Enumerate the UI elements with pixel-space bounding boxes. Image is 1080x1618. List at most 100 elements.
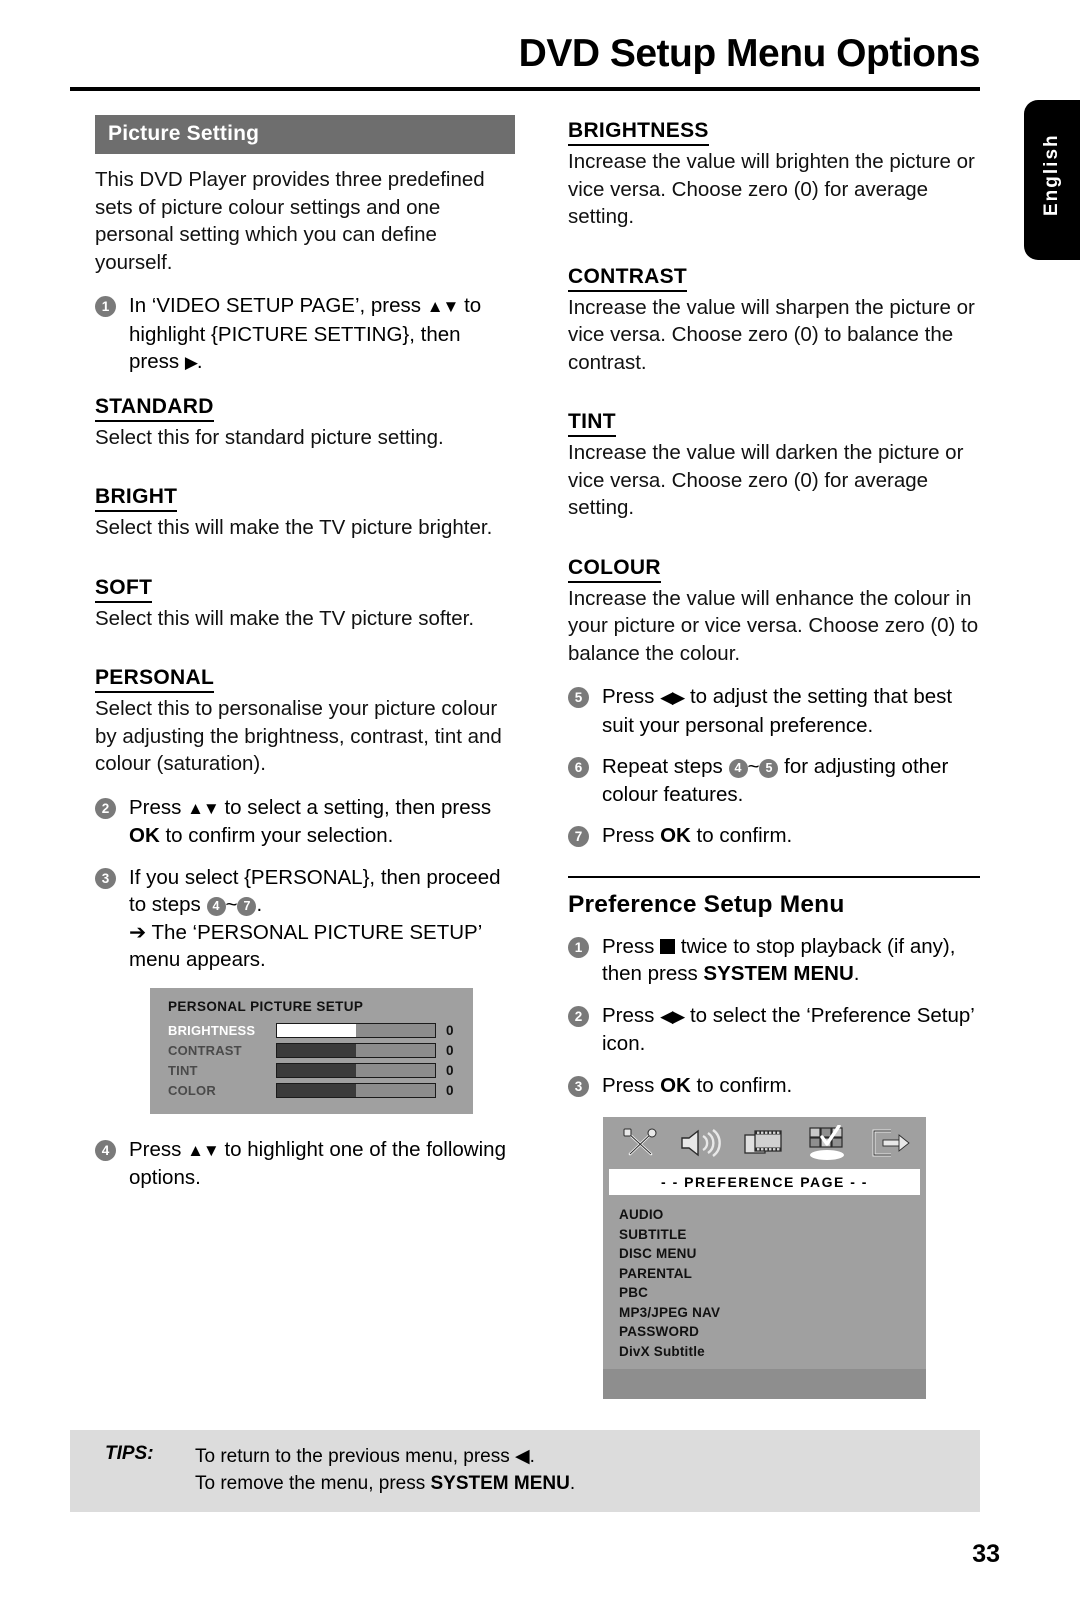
pref-step-3-text-b: to confirm. bbox=[690, 1073, 793, 1097]
up-down-arrows-icon: ▲▼ bbox=[187, 1140, 220, 1160]
section-title-picture-setting: Picture Setting bbox=[95, 115, 515, 154]
film-icon[interactable] bbox=[743, 1127, 785, 1159]
pref-item-parental[interactable]: PARENTAL bbox=[619, 1264, 926, 1284]
step-3-range-to: 7 bbox=[237, 897, 257, 916]
tips-line-2-text-a: To remove the menu, press bbox=[195, 1473, 431, 1494]
language-tab-label: English bbox=[1041, 133, 1062, 217]
preference-icon-bar bbox=[603, 1117, 926, 1169]
system-menu-key-label: SYSTEM MENU bbox=[430, 1473, 570, 1494]
preference-section-divider bbox=[568, 875, 980, 878]
pps-label-tint: TINT bbox=[168, 1062, 198, 1078]
step-1-text-a: In ‘VIDEO SETUP PAGE’, press bbox=[129, 294, 427, 317]
term-tint-name: TINT bbox=[568, 410, 616, 437]
step-5: 5 Press ◀▶ to adjust the setting that be… bbox=[568, 683, 988, 739]
pps-slider-fill bbox=[277, 1063, 356, 1077]
pref-step-1-text-c: . bbox=[853, 962, 860, 985]
preference-page-screen: - - PREFERENCE PAGE - - AUDIO SUBTITLE D… bbox=[603, 1117, 926, 1399]
page-number: 33 bbox=[972, 1540, 1000, 1568]
tools-icon[interactable] bbox=[621, 1127, 659, 1159]
pps-slider-color[interactable] bbox=[276, 1082, 436, 1098]
step-3-range-from: 4 bbox=[206, 897, 226, 916]
pps-value-tint: 0 bbox=[446, 1062, 454, 1078]
step-6: 6 Repeat steps 4 ~5 for adjusting other c… bbox=[568, 753, 988, 808]
pref-step-3-text-a: Press bbox=[602, 1073, 661, 1097]
pref-item-disc-menu[interactable]: DISC MENU bbox=[619, 1244, 926, 1264]
term-personal-name: PERSONAL bbox=[95, 666, 215, 693]
step-2-text-c: to confirm your selection. bbox=[159, 824, 394, 847]
up-down-arrows-icon: ▲▼ bbox=[426, 297, 460, 316]
right-arrow-icon: ▶ bbox=[184, 353, 198, 372]
term-colour-desc: Increase the value will enhance the colo… bbox=[568, 586, 979, 665]
term-colour-name: COLOUR bbox=[568, 556, 661, 583]
term-standard-desc: Select this for standard picture setting… bbox=[95, 425, 444, 449]
ok-key-label: OK bbox=[660, 1073, 691, 1097]
exit-icon[interactable] bbox=[869, 1127, 911, 1159]
step-4: 4 Press ▲▼ to highlight one of the follo… bbox=[95, 1136, 515, 1192]
step-3-text-a: If you select {PERSONAL}, then proceed t… bbox=[129, 865, 501, 917]
left-right-arrows-icon: ◀▶ bbox=[660, 1006, 685, 1026]
pps-slider-brightness[interactable] bbox=[276, 1022, 436, 1038]
step-5-text-a: Press bbox=[602, 685, 661, 708]
step-2-text-b: to select a setting, then press bbox=[218, 795, 492, 819]
term-bright-name: BRIGHT bbox=[95, 485, 178, 512]
term-soft-desc: Select this will make the TV picture sof… bbox=[95, 606, 475, 630]
pps-slider-fill bbox=[277, 1083, 356, 1097]
pps-row-brightness[interactable]: BRIGHTNESS 0 bbox=[168, 1022, 473, 1038]
step-2: 2 Press ▲▼ to select a setting, then pre… bbox=[95, 794, 515, 850]
pref-item-audio[interactable]: AUDIO bbox=[619, 1205, 926, 1225]
speaker-icon[interactable] bbox=[679, 1127, 723, 1159]
step-2-number: 2 bbox=[95, 797, 116, 819]
pref-step-1-text-a: Press bbox=[602, 934, 661, 958]
preference-page-list: AUDIO SUBTITLE DISC MENU PARENTAL PBC MP… bbox=[603, 1195, 926, 1369]
tips-line-1-text-a: To return to the previous menu, press bbox=[195, 1446, 515, 1467]
step-3-range-sep: ~ bbox=[225, 893, 238, 916]
stop-square-icon bbox=[660, 938, 676, 954]
left-right-arrows-icon: ◀▶ bbox=[660, 688, 685, 707]
pps-row-tint[interactable]: TINT 0 bbox=[168, 1062, 473, 1078]
pps-row-contrast[interactable]: CONTRAST 0 bbox=[168, 1042, 473, 1058]
step-6-range-from: 4 bbox=[728, 759, 748, 778]
pref-item-divx-subtitle[interactable]: DivX Subtitle bbox=[619, 1342, 926, 1362]
step-7-number: 7 bbox=[568, 826, 589, 847]
up-down-arrows-icon: ▲▼ bbox=[187, 798, 220, 818]
step-3-sub-text: The ‘PERSONAL PICTURE SETUP’ menu appear… bbox=[129, 920, 482, 972]
tips-line-1: To return to the previous menu, press ◀. bbox=[195, 1443, 575, 1470]
pps-slider-fill bbox=[277, 1043, 356, 1057]
pref-item-subtitle[interactable]: SUBTITLE bbox=[619, 1225, 926, 1245]
term-colour: COLOUR Increase the value will enhance t… bbox=[568, 538, 988, 668]
term-brightness-name: BRIGHTNESS bbox=[568, 119, 709, 146]
step-6-range-to: 5 bbox=[759, 759, 779, 778]
page-header: DVD Setup Menu Options bbox=[70, 33, 981, 91]
term-soft-name: SOFT bbox=[95, 576, 153, 603]
pref-item-mp3-jpeg-nav[interactable]: MP3/JPEG NAV bbox=[619, 1303, 926, 1323]
tips-line-1-text-b: . bbox=[529, 1446, 535, 1467]
pps-value-brightness: 0 bbox=[446, 1022, 454, 1038]
pps-row-color[interactable]: COLOR 0 bbox=[168, 1082, 473, 1098]
pps-slider-contrast[interactable] bbox=[276, 1042, 436, 1058]
tips-line-2: To remove the menu, press SYSTEM MENU. bbox=[195, 1470, 575, 1497]
pps-label-brightness: BRIGHTNESS bbox=[168, 1022, 256, 1038]
term-standard: STANDARD Select this for standard pictur… bbox=[95, 391, 515, 452]
pps-slider-tint[interactable] bbox=[276, 1062, 436, 1078]
ok-key-label: OK bbox=[129, 824, 160, 847]
step-3: 3 If you select {PERSONAL}, then proceed… bbox=[95, 864, 515, 974]
term-personal-desc: Select this to personalise your picture … bbox=[95, 697, 502, 775]
language-tab-english: English bbox=[1024, 100, 1080, 260]
pref-item-pbc[interactable]: PBC bbox=[619, 1283, 926, 1303]
tips-box: TIPS: To return to the previous menu, pr… bbox=[70, 1430, 980, 1512]
term-tint: TINT Increase the value will darken the … bbox=[568, 392, 988, 522]
pref-step-2-text-a: Press bbox=[602, 1003, 661, 1027]
pref-step-2: 2 Press ◀▶ to select the ‘Preference Set… bbox=[568, 1002, 988, 1058]
preference-page-title: - - PREFERENCE PAGE - - bbox=[609, 1169, 920, 1195]
preference-grid-icon[interactable] bbox=[805, 1125, 849, 1161]
pps-slider-fill bbox=[277, 1023, 356, 1037]
step-1-text-c: . bbox=[196, 350, 203, 373]
step-4-text-a: Press bbox=[129, 1137, 188, 1161]
pps-value-contrast: 0 bbox=[446, 1042, 454, 1058]
step-6-number: 6 bbox=[568, 757, 589, 778]
pps-label-color: COLOR bbox=[168, 1082, 216, 1098]
term-bright: BRIGHT Select this will make the TV pict… bbox=[95, 467, 515, 542]
pref-item-password[interactable]: PASSWORD bbox=[619, 1322, 926, 1342]
step-3-number: 3 bbox=[95, 867, 116, 889]
preference-page-footer bbox=[603, 1369, 926, 1399]
